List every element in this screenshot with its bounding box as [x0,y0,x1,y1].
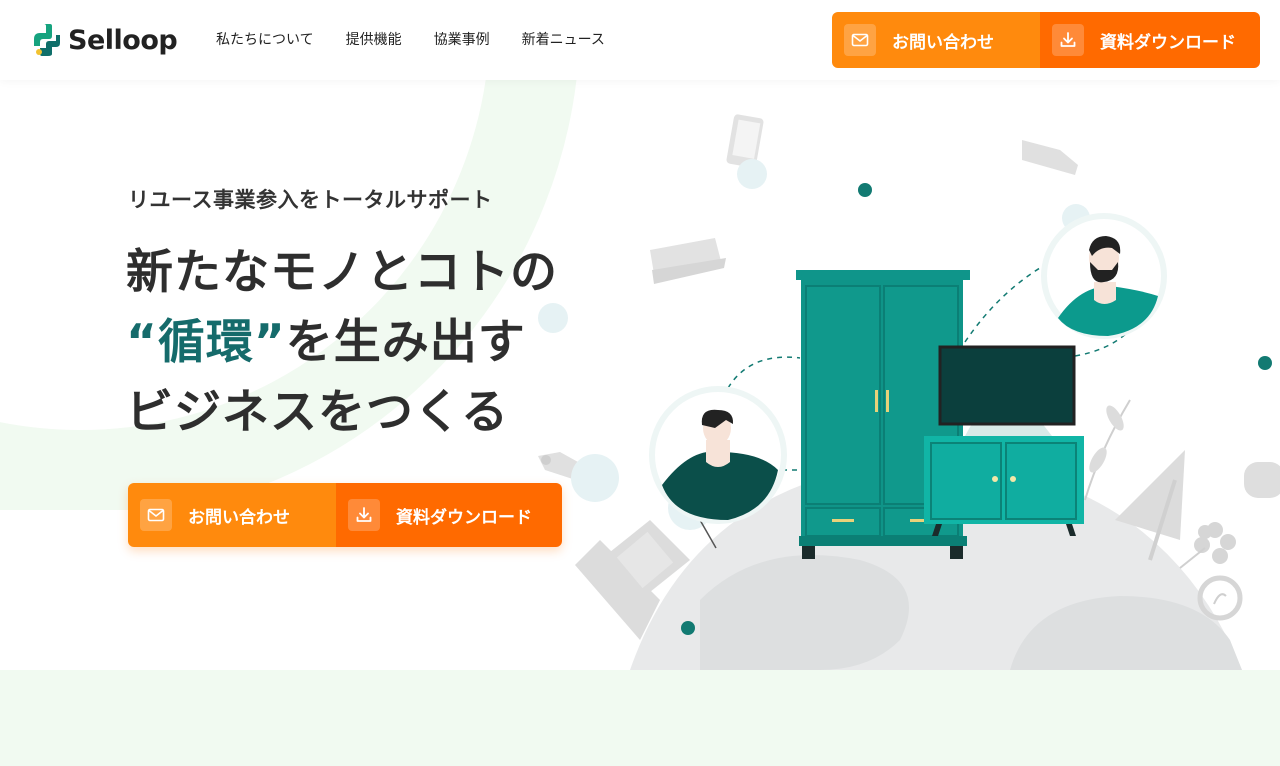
header-contact-button[interactable]: お問い合わせ [832,12,1040,68]
header-download-label: 資料ダウンロード [1100,32,1236,53]
hero-title-line1: 新たなモノとコトの [126,245,558,300]
next-section-band [0,670,1280,766]
hero-title: 新たなモノとコトの “循環”を生み出す ビジネスをつくる [126,238,558,448]
hero-title-line2: “循環”を生み出す [126,308,558,378]
hero-title-accent: “循環” [126,315,286,370]
hero-illustration [538,114,1280,670]
hero-title-line2-rest: を生み出す [285,315,526,370]
hero-title-line3: ビジネスをつくる [126,385,510,440]
nav-item-features[interactable]: 提供機能 [346,30,402,50]
mail-icon [844,24,876,56]
header-download-button[interactable]: 資料ダウンロード [1040,12,1260,68]
hero-download-label: 資料ダウンロード [396,507,532,528]
gamepad-icon [1244,462,1280,498]
logo-icon [34,24,60,56]
tv-icon [924,345,1084,536]
person-avatar-left [649,386,787,524]
hero-contact-label: お問い合わせ [188,507,290,528]
hero-download-button[interactable]: 資料ダウンロード [336,483,562,547]
logo[interactable]: Selloop [30,22,178,58]
coin-icon [1197,575,1243,621]
flower-icon [1194,522,1236,564]
mail-icon [140,499,172,531]
hero-subtitle: リユース事業参入をトータルサポート [128,188,493,212]
header-cta-group: お問い合わせ 資料ダウンロード [832,12,1260,68]
header-contact-label: お問い合わせ [892,32,994,53]
sneaker-icon [1022,140,1078,175]
site-header: Selloop 私たちについて 提供機能 協業事例 新着ニュース お問い合わせ … [0,0,1280,80]
person-avatar-right [1041,213,1167,339]
hero-contact-button[interactable]: お問い合わせ [128,483,336,547]
download-icon [1052,24,1084,56]
nav-item-cases[interactable]: 協業事例 [434,30,490,50]
hero-cta-group: お問い合わせ 資料ダウンロード [128,483,562,547]
logo-text: Selloop [68,24,178,56]
nav-item-news[interactable]: 新着ニュース [522,30,605,50]
download-icon [348,499,380,531]
nav-item-about[interactable]: 私たちについて [216,30,314,50]
main-nav: 私たちについて 提供機能 協業事例 新着ニュース [216,30,637,50]
